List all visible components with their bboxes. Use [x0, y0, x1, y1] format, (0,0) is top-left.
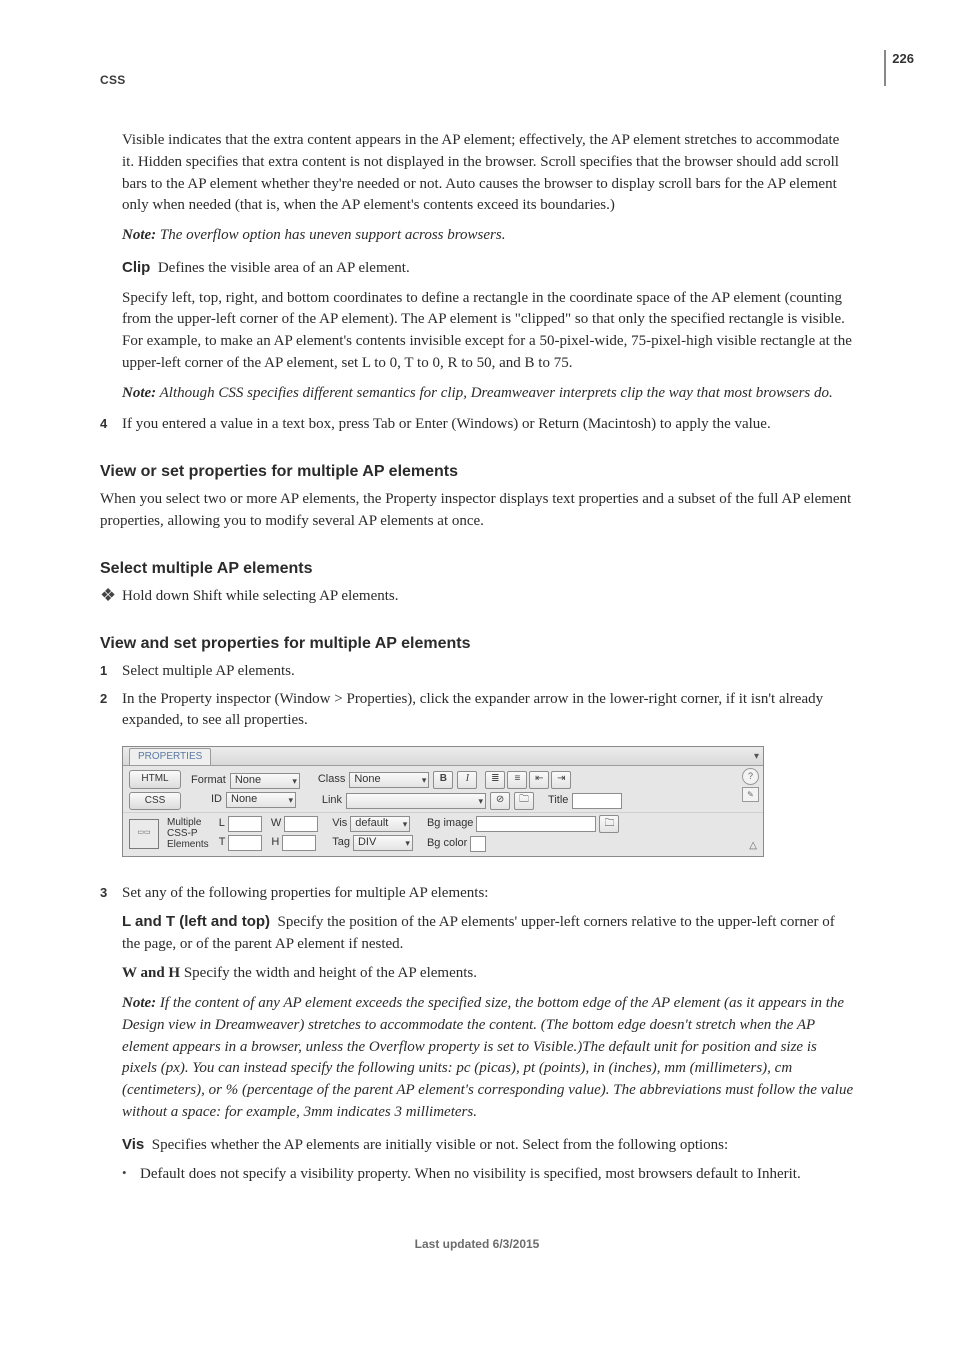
property-inspector-figure: PROPERTIES ▾ HTML CSS Format None ID Non…	[122, 746, 764, 857]
ordered-list-icon[interactable]: ≡	[507, 771, 527, 789]
expander-arrow-icon[interactable]: △	[749, 839, 757, 854]
view-or-set-paragraph: When you select two or more AP elements,…	[100, 489, 854, 533]
outdent-icon[interactable]: ⇤	[529, 771, 549, 789]
title-field[interactable]	[572, 793, 622, 809]
lt-label: L and T (left and top)	[122, 913, 270, 930]
overflow-description: Visible indicates that the extra content…	[122, 130, 854, 217]
vis-definition: Vis Specifies whether the AP elements ar…	[122, 1134, 854, 1157]
unordered-list-icon[interactable]: ≣	[485, 771, 505, 789]
clip-label: Clip	[122, 259, 150, 276]
multiple-elements-thumbnail: ▭▭	[129, 819, 159, 849]
bgimage-label: Bg image	[427, 816, 473, 832]
lt-definition: L and T (left and top) Specify the posit…	[122, 911, 854, 956]
format-dropdown[interactable]: None	[230, 773, 300, 789]
tag-label: Tag	[332, 835, 350, 851]
note-overflow: Note: The overflow option has uneven sup…	[122, 225, 854, 247]
bgcolor-label: Bg color	[427, 836, 467, 852]
indent-icon[interactable]: ⇥	[551, 771, 571, 789]
step-text: In the Property inspector (Window > Prop…	[122, 689, 854, 733]
h-label: H	[271, 835, 279, 851]
title-label: Title	[548, 793, 568, 809]
id-label: ID	[211, 792, 222, 808]
dot-bullet-icon: •	[122, 1164, 140, 1186]
step-3: 3 Set any of the following properties fo…	[100, 883, 854, 905]
italic-button[interactable]: I	[457, 771, 477, 789]
note-text: If the content of any AP element exceeds…	[122, 995, 853, 1120]
html-mode-button[interactable]: HTML	[129, 770, 181, 789]
step-number: 2	[100, 689, 122, 733]
id-dropdown[interactable]: None	[226, 792, 296, 808]
link-label: Link	[322, 793, 342, 809]
vis-def-label: Vis	[122, 1136, 144, 1153]
note-label: Note:	[122, 385, 156, 401]
note-clip: Note: Although CSS specifies different s…	[122, 383, 854, 405]
wh-label: W and H	[122, 965, 180, 981]
css-mode-button[interactable]: CSS	[129, 792, 181, 811]
step-text: Select multiple AP elements.	[122, 661, 854, 683]
step-1: 1 Select multiple AP elements.	[100, 661, 854, 683]
wh-text: Specify the width and height of the AP e…	[184, 965, 477, 981]
step-4: 4 If you entered a value in a text box, …	[100, 414, 854, 436]
section-runhead: CSS	[100, 73, 126, 87]
select-bullet: ❖ Hold down Shift while selecting AP ele…	[100, 586, 854, 608]
step-number: 3	[100, 883, 122, 905]
class-label: Class	[318, 772, 346, 788]
t-label: T	[219, 835, 226, 851]
panel-menu-icon[interactable]: ▾	[754, 750, 759, 765]
clip-details: Specify left, top, right, and bottom coo…	[122, 288, 854, 375]
bgimage-browse-icon[interactable]: 🗀	[599, 815, 619, 833]
class-dropdown[interactable]: None	[349, 772, 429, 788]
heading-view-or-set: View or set properties for multiple AP e…	[100, 460, 854, 483]
page-number: 226	[884, 50, 914, 86]
w-label: W	[271, 816, 281, 832]
note-label: Note:	[122, 227, 156, 243]
note-text: Although CSS specifies different semanti…	[160, 385, 833, 401]
multiple-elements-caption: Multiple CSS-P Elements	[167, 817, 209, 850]
quick-edit-icon[interactable]: ✎	[742, 787, 759, 802]
step-text: If you entered a value in a text box, pr…	[122, 414, 854, 436]
help-icon[interactable]: ?	[742, 768, 759, 785]
step-2: 2 In the Property inspector (Window > Pr…	[100, 689, 854, 733]
bold-button[interactable]: B	[433, 771, 453, 789]
clip-definition: Clip Defines the visible area of an AP e…	[122, 257, 854, 280]
diamond-bullet-icon: ❖	[100, 586, 122, 608]
note-size: Note: If the content of any AP element e…	[122, 993, 854, 1124]
vis-label: Vis	[332, 816, 347, 832]
point-to-file-icon[interactable]: ⊘	[490, 792, 510, 810]
vis-def-text: Specifies whether the AP elements are in…	[152, 1137, 728, 1153]
bgcolor-swatch[interactable]	[470, 836, 486, 852]
step-number: 4	[100, 414, 122, 436]
link-dropdown[interactable]	[346, 793, 486, 809]
note-text: The overflow option has uneven support a…	[160, 227, 506, 243]
h-field[interactable]	[282, 835, 316, 851]
t-field[interactable]	[228, 835, 262, 851]
note-label: Note:	[122, 995, 156, 1011]
clip-text: Defines the visible area of an AP elemen…	[158, 260, 410, 276]
wh-definition: W and H Specify the width and height of …	[122, 963, 854, 985]
select-bullet-text: Hold down Shift while selecting AP eleme…	[122, 586, 854, 608]
tag-dropdown[interactable]: DIV	[353, 835, 413, 851]
heading-select-multiple: Select multiple AP elements	[100, 557, 854, 580]
heading-view-and-set: View and set properties for multiple AP …	[100, 632, 854, 655]
vis-default-text: Default does not specify a visibility pr…	[140, 1164, 854, 1186]
bgimage-field[interactable]	[476, 816, 596, 832]
w-field[interactable]	[284, 816, 318, 832]
browse-folder-icon[interactable]: 🗀	[514, 792, 534, 810]
vis-dropdown[interactable]: default	[350, 816, 410, 832]
page-footer: Last updated 6/3/2015	[100, 1236, 854, 1253]
l-field[interactable]	[228, 816, 262, 832]
format-label: Format	[191, 773, 226, 789]
vis-default-bullet: • Default does not specify a visibility …	[122, 1164, 854, 1186]
properties-tab[interactable]: PROPERTIES	[129, 748, 211, 766]
step-text: Set any of the following properties for …	[122, 883, 854, 905]
l-label: L	[219, 816, 225, 832]
step-number: 1	[100, 661, 122, 683]
